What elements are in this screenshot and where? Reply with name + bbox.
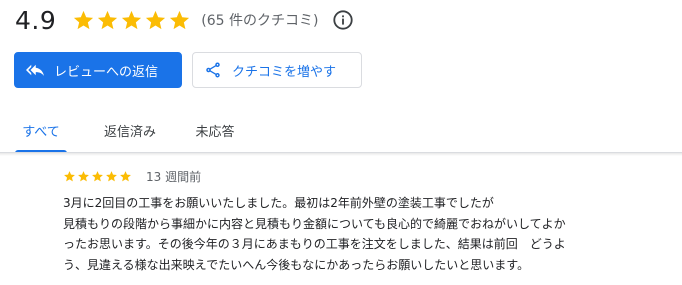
- reply-all-icon: [26, 64, 44, 76]
- star-icon: [98, 10, 118, 29]
- average-rating: 4.9: [15, 5, 57, 35]
- rating-stars: [72, 9, 191, 32]
- star-icon: [120, 170, 131, 181]
- info-icon[interactable]: [332, 9, 354, 31]
- star-icon: [78, 170, 89, 181]
- star-icon: [64, 170, 75, 181]
- reply-to-reviews-button[interactable]: レビューへの返信: [14, 52, 182, 88]
- star-icon: [92, 170, 103, 181]
- star-icon: [122, 10, 142, 29]
- rating-summary: 4.9 (65 件のクチコミ): [15, 4, 354, 36]
- reviews-panel: 4.9 (65 件のクチコミ) レビューへの返信 クチコミを増やす すべて 返信…: [0, 0, 682, 285]
- star-icon: [146, 10, 166, 29]
- star-icon: [106, 170, 117, 181]
- tab-unreplied[interactable]: 未応答: [191, 108, 239, 153]
- reply-button-label: レビューへの返信: [54, 64, 159, 80]
- tab-replied[interactable]: 返信済み: [95, 108, 165, 153]
- review-text: 3月に2回目の工事をお願いいたしました。最初は2年前外壁の塗装工事でしたが 見積…: [63, 196, 566, 272]
- star-icon: [170, 10, 190, 29]
- tab-all[interactable]: すべて: [15, 108, 67, 153]
- review-stars: [63, 170, 132, 183]
- review-actions: レビューへの返信 クチコミを増やす: [14, 52, 362, 88]
- review-count: (65 件のクチコミ): [201, 13, 319, 29]
- star-icon: [74, 10, 94, 29]
- share-button-label: クチコミを増やす: [232, 64, 337, 80]
- review-filter-tabs: すべて 返信済み 未応答: [15, 108, 682, 153]
- get-more-reviews-button[interactable]: クチコミを増やす: [192, 52, 362, 88]
- scroll-shadow: [0, 153, 682, 156]
- review-header: 13 週間前: [63, 166, 201, 186]
- review-date: 13 週間前: [146, 169, 202, 184]
- share-icon: [206, 62, 220, 78]
